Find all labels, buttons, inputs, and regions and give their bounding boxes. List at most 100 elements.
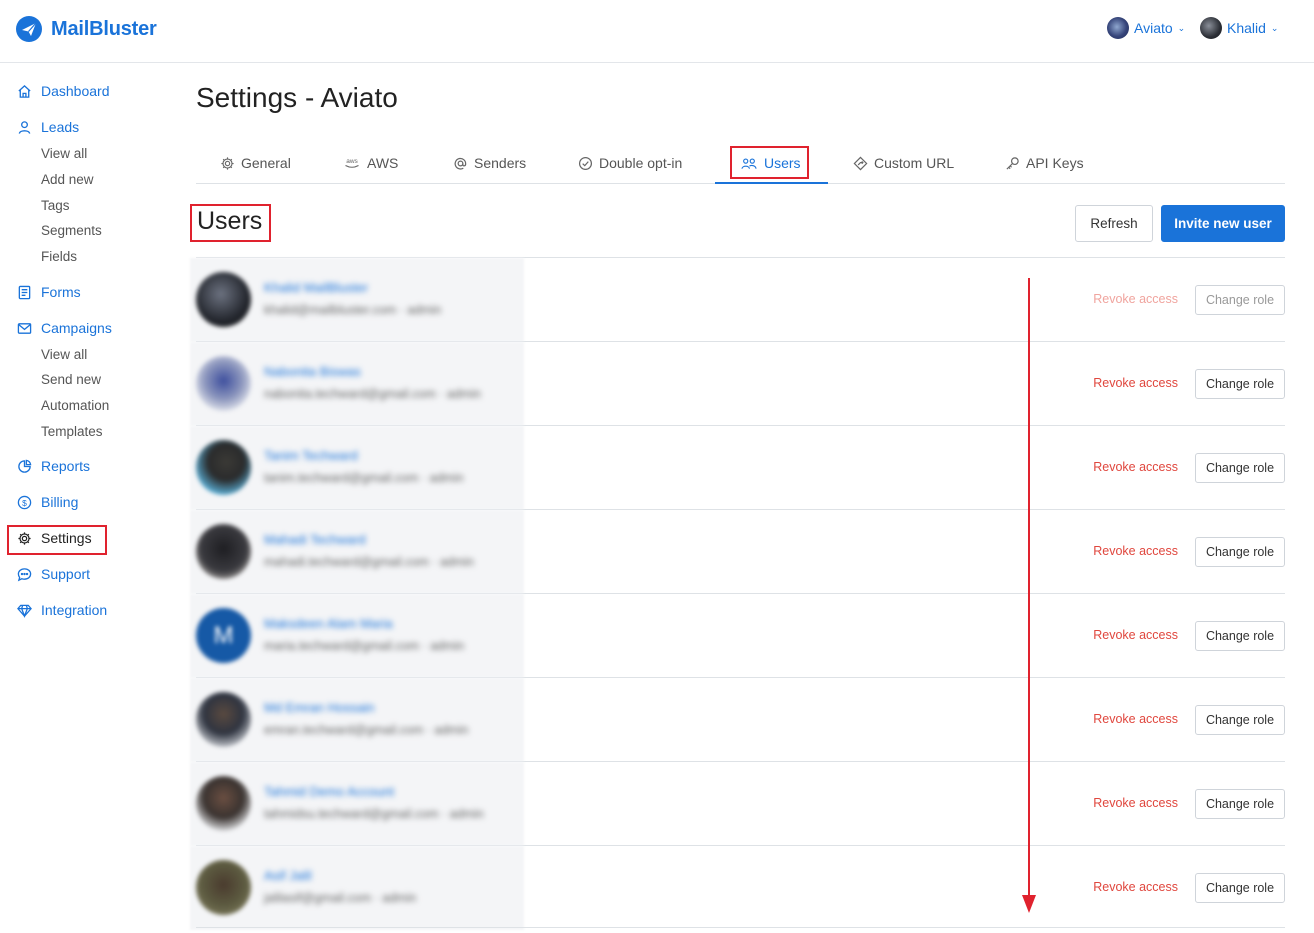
user-name[interactable]: Maksdeen Alam Maria xyxy=(264,616,393,631)
sidebar-subitem-leads-fields[interactable]: Fields xyxy=(41,249,77,264)
sidebar-item-label: Campaigns xyxy=(41,320,112,336)
link-diamond-icon xyxy=(853,156,868,170)
user-row: Mahadi Techward mahadi.techward@gmail.co… xyxy=(190,509,1285,594)
change-role-button[interactable]: Change role xyxy=(1195,537,1285,567)
user-row: Tanim Techward tanim.techward@gmail.com … xyxy=(190,425,1285,510)
revoke-access-button[interactable]: Revoke access xyxy=(1093,460,1178,474)
tab-label: AWS xyxy=(367,155,399,171)
gear-icon xyxy=(221,156,234,170)
tab-senders[interactable]: Senders xyxy=(453,142,526,184)
tab-general[interactable]: General xyxy=(220,142,291,184)
tab-aws[interactable]: aws AWS xyxy=(343,142,398,184)
sidebar-item-label: Support xyxy=(41,566,91,582)
tab-label: Senders xyxy=(474,155,527,171)
svg-text:aws: aws xyxy=(346,158,358,165)
sidebar-item-reports[interactable]: Reports xyxy=(17,458,90,474)
user-avatar: M xyxy=(196,608,251,663)
invite-new-user-button[interactable]: Invite new user xyxy=(1161,205,1285,242)
tab-label: API Keys xyxy=(1026,155,1084,171)
revoke-access-button[interactable]: Revoke access xyxy=(1093,292,1178,306)
tab-double-opt-in[interactable]: Double opt-in xyxy=(578,142,682,184)
user-row: M Maksdeen Alam Maria maria.techward@gma… xyxy=(190,593,1285,678)
brand-logo[interactable]: MailBluster xyxy=(15,15,157,43)
chat-icon xyxy=(17,567,32,581)
organization-switcher[interactable]: Aviato ⌄ xyxy=(1107,17,1185,39)
change-role-button[interactable]: Change role xyxy=(1195,453,1285,483)
brand-name: MailBluster xyxy=(51,17,157,40)
change-role-button[interactable]: Change role xyxy=(1195,621,1285,651)
users-title-highlight-box xyxy=(190,204,271,242)
user-row: Nabonita Biswas nabonita.techward@gmail.… xyxy=(190,341,1285,426)
tab-custom-url[interactable]: Custom URL xyxy=(853,142,954,184)
svg-text:$: $ xyxy=(22,497,27,507)
user-name[interactable]: Mahadi Techward xyxy=(264,532,366,547)
user-menu[interactable]: Khalid ⌄ xyxy=(1200,17,1278,39)
sidebar-item-label: Forms xyxy=(41,284,81,300)
revoke-access-button[interactable]: Revoke access xyxy=(1093,544,1178,558)
sidebar-item-campaigns[interactable]: Campaigns xyxy=(17,320,112,336)
sidebar-subitem-leads-tags[interactable]: Tags xyxy=(41,198,70,213)
change-role-button[interactable]: Change role xyxy=(1195,285,1285,315)
user-name[interactable]: Md Emran Hossain xyxy=(264,700,375,715)
active-tab-indicator xyxy=(715,182,828,184)
change-role-button[interactable]: Change role xyxy=(1195,789,1285,819)
sidebar-subitem-leads-add-new[interactable]: Add new xyxy=(41,172,94,187)
user-name[interactable]: Tahmid Demo Account xyxy=(264,784,394,799)
user-avatar xyxy=(196,440,251,495)
sidebar-subitem-campaigns-view-all[interactable]: View all xyxy=(41,347,87,362)
user-email-role: nabonita.techward@gmail.com · admin xyxy=(264,387,481,401)
scroll-down-annotation-line xyxy=(1028,278,1030,898)
user-email-role: khalid@mailbluster.com · admin xyxy=(264,303,442,317)
change-role-button[interactable]: Change role xyxy=(1195,873,1285,903)
change-role-button[interactable]: Change role xyxy=(1195,705,1285,735)
user-name[interactable]: Tanim Techward xyxy=(264,448,358,463)
settings-highlight-box xyxy=(7,525,107,555)
tab-label: General xyxy=(241,155,291,171)
page-title: Settings - Aviato xyxy=(196,82,398,113)
user-email-role: maria.techward@gmail.com · admin xyxy=(264,639,465,653)
sidebar-item-leads[interactable]: Leads xyxy=(17,119,79,135)
revoke-access-button[interactable]: Revoke access xyxy=(1093,376,1178,390)
user-email-role: tanim.techward@gmail.com · admin xyxy=(264,471,464,485)
user-email-role: emran.techward@gmail.com · admin xyxy=(264,723,469,737)
sidebar-item-dashboard[interactable]: Dashboard xyxy=(17,83,110,99)
home-icon xyxy=(18,84,31,98)
arrow-down-icon xyxy=(1022,895,1036,913)
sidebar-item-billing[interactable]: $ Billing xyxy=(17,494,78,510)
user-name[interactable]: Khalid MailBluster xyxy=(264,280,368,295)
user-name: Khalid xyxy=(1227,20,1266,36)
user-name[interactable]: Asif Jalil xyxy=(264,868,312,883)
sidebar-subitem-leads-view-all[interactable]: View all xyxy=(41,146,87,161)
sidebar-item-forms[interactable]: Forms xyxy=(17,284,81,300)
change-role-button[interactable]: Change role xyxy=(1195,369,1285,399)
revoke-access-button[interactable]: Revoke access xyxy=(1093,628,1178,642)
revoke-access-button[interactable]: Revoke access xyxy=(1093,712,1178,726)
revoke-access-button[interactable]: Revoke access xyxy=(1093,796,1178,810)
revoke-access-button[interactable]: Revoke access xyxy=(1093,880,1178,894)
sidebar-item-label: Reports xyxy=(41,458,91,474)
sidebar-item-label: Dashboard xyxy=(41,83,110,99)
sidebar-subitem-campaigns-send-new[interactable]: Send new xyxy=(41,372,101,387)
user-avatar xyxy=(1200,17,1222,39)
sidebar-item-integration[interactable]: Integration xyxy=(17,602,107,618)
user-row: Khalid MailBluster khalid@mailbluster.co… xyxy=(190,257,1285,342)
refresh-button[interactable]: Refresh xyxy=(1075,205,1153,242)
dollar-icon: $ xyxy=(17,495,32,509)
user-avatar xyxy=(196,692,251,747)
user-row: Asif Jalil jalilasif@gmail.com · admin R… xyxy=(190,845,1285,930)
chevron-down-icon: ⌄ xyxy=(1270,23,1279,33)
users-tab-highlight-box xyxy=(730,146,809,179)
tab-label: Custom URL xyxy=(874,155,955,171)
sidebar-item-support[interactable]: Support xyxy=(17,566,90,582)
key-icon xyxy=(1006,156,1019,170)
chevron-down-icon: ⌄ xyxy=(1177,23,1186,33)
sidebar-subitem-campaigns-templates[interactable]: Templates xyxy=(41,424,103,439)
user-avatar xyxy=(196,860,251,915)
tab-api-keys[interactable]: API Keys xyxy=(1005,142,1084,184)
sidebar-subitem-campaigns-automation[interactable]: Automation xyxy=(41,398,109,413)
user-name[interactable]: Nabonita Biswas xyxy=(264,364,361,379)
sidebar-subitem-leads-segments[interactable]: Segments xyxy=(41,223,102,238)
form-icon xyxy=(18,285,31,299)
tab-label: Double opt-in xyxy=(599,155,683,171)
user-row: Tahmid Demo Account tahmidsu.techward@gm… xyxy=(190,761,1285,846)
